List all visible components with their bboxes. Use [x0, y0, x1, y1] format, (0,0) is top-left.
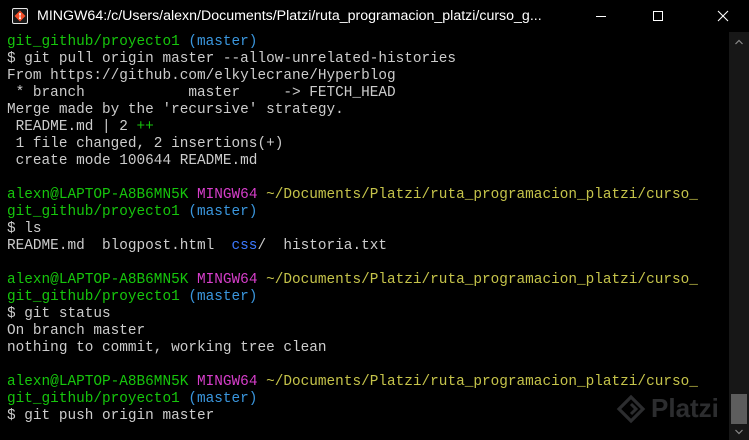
terminal-line: * branch master -> FETCH_HEAD: [7, 85, 729, 102]
terminal-text-segment: (master): [188, 204, 258, 220]
terminal-line: alexn@LAPTOP-A8B6MN5K MINGW64 ~/Document…: [7, 374, 729, 391]
scroll-up-button[interactable]: [729, 32, 749, 52]
chevron-up-icon: [735, 39, 743, 45]
terminal-line: README.md | 2 ++: [7, 119, 729, 136]
close-button[interactable]: [700, 0, 746, 32]
terminal-line: create mode 100644 README.md: [7, 153, 729, 170]
terminal-line: README.md blogpost.html css/ historia.tx…: [7, 238, 729, 255]
terminal-text-segment: git_github/proyecto1: [7, 204, 189, 220]
terminal-text-segment: css: [231, 238, 258, 254]
terminal-text-segment: $ git status: [7, 306, 111, 322]
terminal-text-segment: $ git pull origin master --allow-unrelat…: [7, 51, 457, 67]
terminal-text-segment: create mode 100644 README.md: [7, 153, 258, 169]
terminal-line: alexn@LAPTOP-A8B6MN5K MINGW64 ~/Document…: [7, 272, 729, 289]
terminal-text-segment: On branch master: [7, 323, 146, 339]
terminal-text-segment: 1 file changed, 2 insertions(+): [7, 136, 284, 152]
terminal-line: 1 file changed, 2 insertions(+): [7, 136, 729, 153]
terminal-text-segment: alexn@LAPTOP-A8B6MN5K: [7, 187, 197, 203]
terminal-text-segment: (master): [188, 289, 258, 305]
terminal-text-segment: $ ls: [7, 221, 42, 237]
terminal-text-segment: alexn@LAPTOP-A8B6MN5K: [7, 272, 197, 288]
terminal-line: Merge made by the 'recursive' strategy.: [7, 102, 729, 119]
close-icon: [717, 10, 729, 22]
maximize-icon: [653, 11, 663, 21]
terminal-text-segment: git_github/proyecto1: [7, 34, 189, 50]
terminal-line: alexn@LAPTOP-A8B6MN5K MINGW64 ~/Document…: [7, 187, 729, 204]
terminal-text-segment: / historia.txt: [257, 238, 387, 254]
terminal-line: From https://github.com/elkylecrane/Hype…: [7, 68, 729, 85]
terminal-line: git_github/proyecto1 (master): [7, 289, 729, 306]
terminal-line: $ git status: [7, 306, 729, 323]
vertical-scrollbar[interactable]: [729, 32, 749, 440]
window-title: MINGW64:/c/Users/alexn/Documents/Platzi/…: [37, 8, 542, 24]
terminal-text-segment: MINGW64: [197, 374, 267, 390]
terminal-text-segment: MINGW64: [197, 187, 267, 203]
terminal-line: $ ls: [7, 221, 729, 238]
terminal-text-segment: nothing to commit, working tree clean: [7, 340, 327, 356]
terminal-text-segment: git_github/proyecto1: [7, 289, 189, 305]
terminal-text-segment: git_github/proyecto1: [7, 391, 189, 407]
terminal-line: On branch master: [7, 323, 729, 340]
scroll-down-button[interactable]: [729, 424, 749, 440]
terminal-text-segment: ~/Documents/Platzi/ruta_programacion_pla…: [266, 272, 698, 288]
terminal-text-segment: (master): [188, 34, 258, 50]
terminal-line: git_github/proyecto1 (master): [7, 34, 729, 51]
terminal-text-segment: ~/Documents/Platzi/ruta_programacion_pla…: [266, 187, 698, 203]
terminal-text-segment: Merge made by the 'recursive' strategy.: [7, 102, 344, 118]
terminal-text-segment: ~/Documents/Platzi/ruta_programacion_pla…: [266, 374, 698, 390]
terminal-text-segment: * branch master -> FETCH_HEAD: [7, 85, 396, 101]
terminal-text-segment: (master): [188, 391, 258, 407]
terminal-text-segment: $ git push origin master: [7, 408, 215, 424]
scrollbar-thumb[interactable]: [731, 394, 747, 424]
platzi-logo-icon: [616, 394, 646, 423]
watermark-text: Platzi: [651, 393, 719, 423]
terminal-text-segment: README.md | 2: [7, 119, 137, 135]
chevron-down-icon: [735, 429, 743, 435]
title-bar[interactable]: MINGW64:/c/Users/alexn/Documents/Platzi/…: [0, 0, 749, 32]
terminal-text-segment: MINGW64: [197, 272, 267, 288]
terminal-text-segment: alexn@LAPTOP-A8B6MN5K: [7, 374, 197, 390]
terminal-line: git_github/proyecto1 (master): [7, 204, 729, 221]
terminal-line: $ git pull origin master --allow-unrelat…: [7, 51, 729, 68]
terminal-text-segment: ++: [136, 119, 154, 135]
maximize-button[interactable]: [635, 0, 681, 32]
terminal-text-segment: From https://github.com/elkylecrane/Hype…: [7, 68, 396, 84]
minimize-icon: [596, 16, 606, 17]
terminal-text-segment: README.md blogpost.html: [7, 238, 232, 254]
platzi-watermark: Platzi: [616, 393, 719, 424]
terminal-output[interactable]: git_github/proyecto1 (master) $ git pull …: [7, 34, 729, 440]
minimize-button[interactable]: [578, 0, 624, 32]
git-bash-icon: [12, 8, 28, 24]
terminal-line: nothing to commit, working tree clean: [7, 340, 729, 357]
